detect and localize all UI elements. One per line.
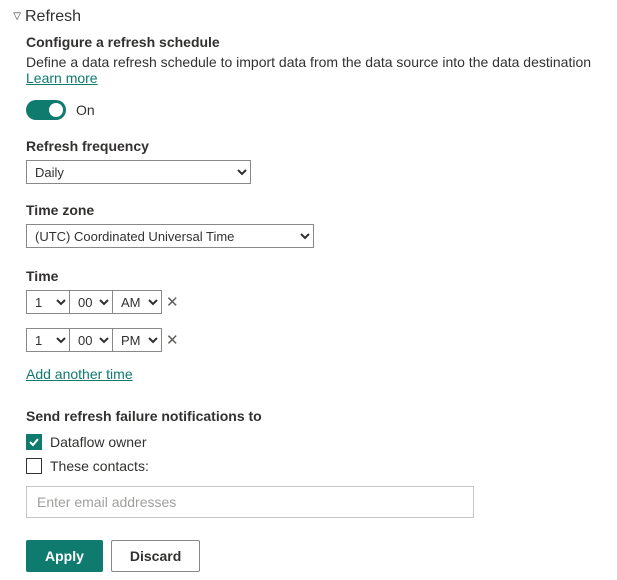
time-minute-select[interactable]: 00 — [69, 290, 113, 314]
toggle-thumb — [49, 103, 63, 117]
timezone-select[interactable]: (UTC) Coordinated Universal Time — [26, 224, 314, 248]
learn-more-link[interactable]: Learn more — [26, 70, 98, 86]
remove-time-icon[interactable]: ✕ — [161, 333, 184, 348]
section-title: Refresh — [25, 8, 81, 26]
time-ampm-select[interactable]: PM — [112, 328, 162, 352]
frequency-select[interactable]: Daily — [26, 160, 251, 184]
timezone-label: Time zone — [26, 202, 605, 218]
section-content: Configure a refresh schedule Define a da… — [12, 34, 605, 572]
notifications-heading: Send refresh failure notifications to — [26, 408, 605, 424]
discard-button[interactable]: Discard — [111, 540, 200, 572]
checkmark-icon — [28, 436, 40, 448]
time-row: 1 00 AM ✕ — [26, 290, 605, 314]
apply-button[interactable]: Apply — [26, 540, 103, 572]
dataflow-owner-checkbox[interactable] — [26, 434, 42, 450]
dataflow-owner-row: Dataflow owner — [26, 434, 605, 450]
frequency-label: Refresh frequency — [26, 138, 605, 154]
description-text: Define a data refresh schedule to import… — [26, 54, 591, 70]
add-time-link[interactable]: Add another time — [26, 366, 133, 382]
schedule-subheading: Configure a refresh schedule — [26, 34, 605, 50]
time-row: 1 00 PM ✕ — [26, 328, 605, 352]
toggle-state-label: On — [76, 102, 95, 118]
button-row: Apply Discard — [26, 540, 605, 572]
time-minute-select[interactable]: 00 — [69, 328, 113, 352]
time-hour-select[interactable]: 1 — [26, 290, 70, 314]
contacts-row: These contacts: — [26, 458, 605, 474]
time-hour-select[interactable]: 1 — [26, 328, 70, 352]
schedule-toggle-row: On — [26, 100, 605, 120]
dataflow-owner-label: Dataflow owner — [50, 434, 147, 450]
schedule-toggle[interactable] — [26, 100, 66, 120]
section-header[interactable]: ▷ Refresh — [12, 8, 605, 26]
collapse-caret-icon: ▷ — [12, 12, 23, 22]
time-label: Time — [26, 268, 605, 284]
time-ampm-select[interactable]: AM — [112, 290, 162, 314]
email-input[interactable] — [26, 486, 474, 518]
schedule-description: Define a data refresh schedule to import… — [26, 54, 605, 86]
remove-time-icon[interactable]: ✕ — [161, 295, 184, 310]
contacts-checkbox[interactable] — [26, 458, 42, 474]
contacts-label: These contacts: — [50, 458, 149, 474]
